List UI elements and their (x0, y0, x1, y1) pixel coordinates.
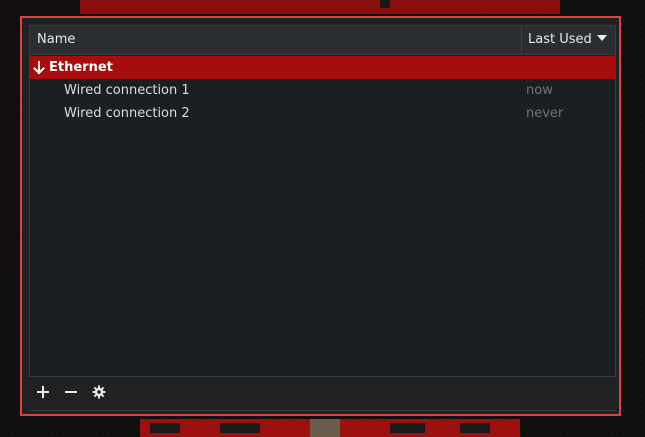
remove-connection-button[interactable] (60, 382, 82, 404)
column-header-last-used[interactable]: Last Used (522, 26, 615, 54)
connection-row[interactable]: Wired connection 2 never (30, 102, 615, 125)
plus-icon (36, 384, 50, 403)
wallpaper-pattern-top (80, 0, 560, 14)
edit-connection-settings-button[interactable] (88, 382, 110, 404)
column-header-name[interactable]: Name (30, 26, 522, 54)
add-connection-button[interactable] (32, 382, 54, 404)
connection-last-used: never (526, 106, 564, 121)
wallpaper-pattern-bottom (140, 419, 520, 437)
minus-icon (64, 384, 78, 403)
connection-name: Wired connection 2 (64, 106, 190, 121)
group-row-ethernet[interactable]: Ethernet (30, 56, 615, 79)
gear-icon (92, 384, 106, 403)
list-header: Name Last Used (30, 26, 615, 55)
list-toolbar (29, 382, 616, 404)
column-header-name-label: Name (37, 32, 76, 47)
group-label: Ethernet (49, 60, 113, 75)
column-header-last-used-label: Last Used (528, 32, 592, 47)
sort-descending-icon (596, 35, 607, 41)
arrow-down-icon[interactable] (33, 60, 45, 75)
connection-last-used: now (526, 83, 553, 98)
connection-name: Wired connection 1 (64, 83, 190, 98)
desktop-background: Name Last Used Ethernet Wired connection… (0, 0, 645, 437)
bottom-divider (29, 410, 616, 411)
network-connections-window: Name Last Used Ethernet Wired connection… (20, 16, 621, 416)
connection-row[interactable]: Wired connection 1 now (30, 79, 615, 102)
connections-list[interactable]: Name Last Used Ethernet Wired connection… (29, 25, 616, 377)
